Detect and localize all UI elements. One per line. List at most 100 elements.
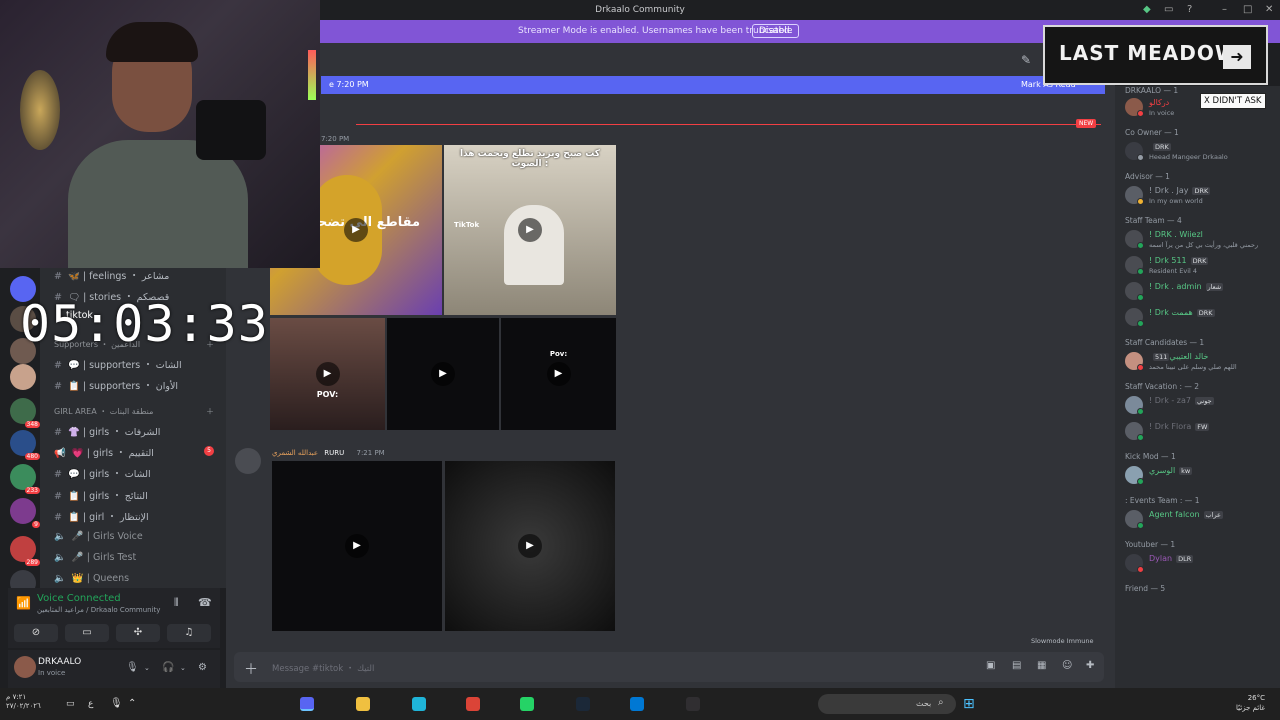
member-tag: DLR — [1176, 555, 1194, 563]
user-name[interactable]: DRKAALO — [38, 657, 81, 667]
member-item[interactable]: ! Drk هممت DRK — [1125, 308, 1275, 330]
member-item[interactable]: ! Drk - za7 جوني — [1125, 396, 1275, 418]
minimize-icon[interactable]: – — [1222, 4, 1227, 15]
member-item[interactable]: ! Drk 511 DRK Resident Evil 4 — [1125, 256, 1275, 278]
play-icon[interactable]: ▶ — [315, 362, 340, 386]
voice-channel-item[interactable]: 🔈 👑 | Queens — [54, 573, 129, 584]
chevron-down-icon[interactable]: ⌄ — [144, 664, 150, 672]
screen-share-button[interactable]: ▭ — [65, 624, 109, 642]
channel-item[interactable]: # 💬 | girls ・ الشات — [54, 466, 151, 480]
play-icon[interactable]: ▶ — [431, 362, 455, 386]
sticker-icon[interactable]: ▦ — [1037, 660, 1046, 671]
emoji-icon[interactable]: ☺ — [1062, 660, 1072, 671]
member-item[interactable]: DRK Heead Mangeer Drkaalo — [1125, 142, 1275, 164]
member-item[interactable]: ! Drk . Jay DRK In my own world — [1125, 186, 1275, 208]
member-item[interactable]: خالد العتيبي511 اللهم صلي وسلم على نبينا … — [1125, 352, 1275, 374]
channel-emoji: 💬 — [67, 360, 80, 371]
discord-icon[interactable] — [300, 697, 314, 711]
voice-channel-item[interactable]: 🔈 🎤 | Girls Voice — [54, 531, 143, 542]
edge-icon[interactable] — [412, 697, 426, 711]
chrome-icon[interactable] — [466, 697, 480, 711]
windows-start-icon[interactable]: ⊞ — [963, 696, 975, 712]
signal-icon[interactable]: 📶 — [16, 596, 31, 610]
pin-icon[interactable]: ✎ — [1021, 53, 1031, 67]
video-attachment[interactable]: POV: ▶ — [270, 318, 385, 430]
channel-item[interactable]: # 📋 | girl ・ الإنتظار — [54, 509, 149, 523]
avatar[interactable] — [14, 656, 36, 678]
maximize-icon[interactable]: □ — [1243, 4, 1252, 15]
video-attachment[interactable]: Pov: ▶ — [501, 318, 616, 430]
category-girl-area[interactable]: GIRL AREA ・ منطقة البنات ＋ — [54, 406, 214, 417]
video-caption: Pov: — [549, 350, 568, 358]
taskbar-search[interactable]: بحث ⌕ — [818, 694, 956, 714]
message-input[interactable]: ＋ Message #tiktok ・ التيك ▣ ▤ ▦ ☺ ✚ — [234, 652, 1104, 682]
noise-suppression-icon[interactable]: ⫴ — [174, 596, 179, 610]
steam-icon[interactable] — [576, 697, 590, 711]
play-icon[interactable]: ▶ — [345, 534, 369, 558]
voice-channel-item[interactable]: 🔈 🎤 | Girls Test — [54, 552, 136, 563]
apps-icon[interactable]: ✚ — [1086, 660, 1094, 671]
play-icon[interactable]: ▶ — [546, 362, 571, 386]
activities-button[interactable]: ✣ — [116, 624, 160, 642]
voice-location[interactable]: مراعيد المتابعين / Drkaalo Community — [37, 606, 160, 614]
channel-item[interactable]: 📢 💗 | girls ・ التقييم — [54, 445, 154, 459]
server-icon[interactable]: 233 — [10, 464, 40, 494]
explorer-icon[interactable] — [356, 697, 370, 711]
display-icon[interactable]: ▭ — [66, 699, 75, 709]
channel-item[interactable]: # 👚 | girls ・ الشرفات — [54, 424, 160, 438]
member-item[interactable]: الوسري kw — [1125, 466, 1275, 488]
gear-icon[interactable]: ⚙ — [198, 662, 207, 673]
microphone-icon[interactable]: 🎙 — [110, 698, 123, 709]
server-icon[interactable] — [10, 364, 36, 390]
play-icon[interactable]: ▶ — [518, 218, 542, 242]
play-icon[interactable]: ▶ — [518, 534, 542, 558]
server-icon[interactable]: 289 — [10, 536, 40, 566]
member-item[interactable]: ! Drk . admin شعار — [1125, 282, 1275, 304]
attach-plus-icon[interactable]: ＋ — [244, 659, 258, 679]
message-timestamp: 7:20 PM — [321, 135, 350, 143]
channel-item[interactable]: # 📋 | girls ・ النتائج — [54, 488, 148, 502]
video-attachment[interactable]: كت صبح ونزيد تطلع وتحمت هذا الصوت : TikT… — [444, 145, 616, 315]
whatsapp-icon[interactable] — [520, 697, 534, 711]
gif-icon[interactable]: ▤ — [1012, 660, 1021, 671]
headphones-icon[interactable]: 🎧 — [162, 662, 174, 673]
language-indicator-icon[interactable]: ع — [88, 699, 93, 709]
disable-streamer-mode-button[interactable]: Disable — [752, 24, 800, 38]
unread-bar[interactable]: e 7:20 PM Mark As Read — [321, 76, 1105, 94]
store-icon[interactable] — [630, 697, 644, 711]
weather-widget[interactable]: 26°C غائم جزئيًا — [1236, 693, 1265, 713]
disconnect-icon[interactable]: ☎ — [198, 596, 212, 609]
camera-button[interactable]: ⊘ — [14, 624, 58, 642]
author-name[interactable]: عبدالله الشمري — [272, 449, 318, 457]
microphone-icon[interactable]: 🎙 — [126, 662, 139, 673]
play-icon[interactable]: ▶ — [344, 218, 368, 242]
channel-item[interactable]: # 📋 | supporters ・ الأوان — [54, 378, 178, 392]
member-item[interactable]: ! DRK . Wiiezl رحمني قلبي، ورأيت بي كل من… — [1125, 230, 1275, 252]
inbox-icon[interactable]: ▭ — [1164, 4, 1173, 15]
video-attachment[interactable]: ▶ — [272, 461, 442, 631]
close-icon[interactable]: ✕ — [1265, 4, 1273, 15]
help-icon[interactable]: ? — [1187, 4, 1192, 15]
author-avatar[interactable] — [235, 448, 261, 474]
member-item[interactable]: Dylan DLR — [1125, 554, 1275, 576]
soundboard-button[interactable]: ♫ — [167, 624, 211, 642]
member-item[interactable]: Agent falcon عراب — [1125, 510, 1275, 532]
slowmode-indicator: Slowmode Immune — [1031, 637, 1094, 645]
channel-item[interactable]: # 💬 | supporters ・ الشات — [54, 357, 182, 371]
taskbar-clock[interactable]: ٧:٢١ م ٢٧/٠٢/٢٠٢٦ — [6, 693, 41, 711]
chevron-down-icon[interactable]: ⌄ — [180, 664, 186, 672]
member-tag: DRK — [1192, 187, 1211, 195]
obs-icon[interactable] — [686, 697, 700, 711]
video-attachment[interactable]: ▶ — [387, 318, 499, 430]
server-icon[interactable]: 9 — [10, 498, 40, 528]
server-icon[interactable]: 480 — [10, 430, 40, 460]
chevron-up-icon[interactable]: ⌃ — [128, 698, 136, 709]
member-item[interactable]: ! Drk Flora FW — [1125, 422, 1275, 444]
video-attachment[interactable]: ▶ — [445, 461, 615, 631]
channel-item[interactable]: # 🦋 | feelings ・ مشاعر — [54, 268, 169, 282]
nitro-icon[interactable]: ◆ — [1143, 4, 1151, 15]
gift-icon[interactable]: ▣ — [986, 660, 995, 671]
member-name-line: ! Drk Flora FW — [1149, 422, 1210, 431]
server-icon[interactable]: 348 — [10, 398, 40, 428]
add-channel-icon[interactable]: ＋ — [206, 406, 214, 417]
